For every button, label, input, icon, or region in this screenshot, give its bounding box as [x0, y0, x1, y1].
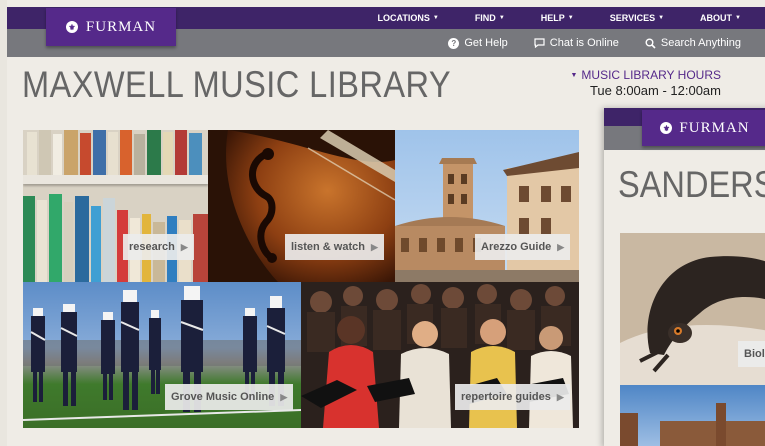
arrow-right-icon: ▶ — [280, 391, 288, 402]
caret-down-icon: ▼ — [567, 15, 574, 21]
research-label: research ▶ — [123, 234, 194, 260]
research-tile[interactable]: research ▶ — [23, 130, 208, 282]
book — [175, 130, 187, 175]
book — [39, 130, 51, 175]
nav-services[interactable]: SERVICES ▼ — [592, 13, 682, 23]
util-label: Chat is Online — [549, 37, 619, 49]
book — [49, 194, 62, 282]
repertoire-guides-tile[interactable]: repertoire guides ▶ — [301, 282, 579, 428]
arrow-right-icon: ▶ — [557, 241, 565, 252]
library-hours: ▼ MUSIC LIBRARY HOURS Tue 8:00am - 12:00a… — [570, 68, 721, 98]
hours-label: MUSIC LIBRARY HOURS — [581, 68, 721, 82]
furman-logo[interactable]: ⚜ FURMAN — [46, 8, 176, 46]
tile-label-text: repertoire guides — [461, 391, 551, 403]
book — [189, 133, 202, 175]
search-anything-link[interactable]: Search Anything — [645, 37, 741, 49]
tile-label-text: listen & watch — [291, 241, 365, 253]
biology-label: Biolo — [738, 341, 765, 367]
nav-locations[interactable]: LOCATIONS ▼ — [360, 13, 457, 23]
book — [23, 196, 35, 282]
book — [64, 202, 73, 282]
book — [27, 132, 37, 175]
utility-nav: ? Get Help Chat is Online Search Anything — [448, 29, 741, 57]
nav-label: ABOUT — [700, 13, 733, 23]
listen-watch-label: listen & watch ▶ — [285, 234, 384, 260]
caret-down-icon: ▼ — [498, 15, 505, 21]
sanders-page-preview[interactable]: ⚜ FURMAN SANDERS Biolo — [604, 108, 765, 446]
book — [75, 196, 89, 282]
arezzo-guide-label: Arezzo Guide ▶ — [475, 234, 571, 260]
arrow-right-icon: ▶ — [370, 241, 378, 252]
repertoire-guides-label: repertoire guides ▶ — [455, 384, 570, 410]
chat-link[interactable]: Chat is Online — [534, 37, 619, 49]
nav-find[interactable]: FIND ▼ — [457, 13, 523, 23]
book — [103, 198, 115, 282]
hours-value: Tue 8:00am - 12:00am — [589, 83, 721, 98]
shelf-board — [23, 175, 208, 184]
logo-text: FURMAN — [85, 18, 157, 35]
hours-toggle[interactable]: ▼ MUSIC LIBRARY HOURS — [570, 68, 721, 82]
book — [80, 133, 91, 175]
book — [53, 134, 62, 175]
caret-down-icon: ▼ — [658, 15, 665, 21]
tile-label-text: Arezzo Guide — [481, 241, 552, 253]
campus-tile[interactable] — [620, 385, 765, 446]
book — [163, 132, 173, 175]
arezzo-guide-tile[interactable]: Arezzo Guide ▶ — [395, 130, 579, 282]
tile-label-text: research — [129, 241, 175, 253]
book — [147, 130, 161, 175]
nav-label: FIND — [474, 13, 496, 23]
campus-image — [620, 403, 765, 446]
book — [64, 130, 78, 175]
page-title: MAXWELL MUSIC LIBRARY — [22, 64, 452, 105]
nav-label: HELP — [540, 13, 565, 23]
book — [108, 132, 118, 175]
tile-label-text: Grove Music Online — [171, 391, 275, 403]
grove-music-online-tile[interactable]: Grove Music Online ▶ — [23, 282, 301, 428]
book — [193, 214, 208, 282]
get-help-link[interactable]: ? Get Help — [448, 37, 508, 49]
tile-label-text: Biolo — [744, 348, 765, 360]
nav-label: LOCATIONS — [377, 13, 430, 23]
chat-icon — [534, 38, 545, 49]
caret-down-icon: ▼ — [735, 15, 741, 21]
book — [37, 200, 47, 282]
seal-icon: ⚜ — [65, 21, 78, 33]
book — [91, 206, 101, 282]
tile-grid: research ▶ listen & watch ▶ Arezzo Guide… — [23, 130, 579, 428]
caret-down-icon: ▼ — [432, 15, 439, 21]
nav-label: SERVICES — [609, 13, 656, 23]
arrow-right-icon: ▶ — [556, 391, 564, 402]
seal-icon: ⚜ — [660, 122, 673, 134]
furman-logo[interactable]: ⚜ FURMAN — [642, 110, 765, 146]
nav-help[interactable]: HELP ▼ — [523, 13, 592, 23]
search-icon — [645, 38, 656, 49]
biology-tile[interactable]: Biolo — [620, 233, 765, 385]
book — [93, 130, 106, 175]
book — [134, 134, 145, 175]
util-label: Get Help — [464, 37, 508, 49]
grove-music-label: Grove Music Online ▶ — [165, 384, 294, 410]
arrow-right-icon: ▶ — [180, 241, 188, 252]
listen-watch-tile[interactable]: listen & watch ▶ — [208, 130, 395, 282]
logo-text: FURMAN — [679, 119, 750, 136]
nav-about[interactable]: ABOUT ▼ — [682, 13, 759, 23]
help-icon: ? — [448, 37, 460, 49]
top-nav: LOCATIONS ▼ FIND ▼ HELP ▼ SERVICES ▼ ABOUT ▼ — [360, 7, 759, 29]
page-title: SANDERS — [618, 164, 765, 205]
book — [120, 130, 132, 175]
util-label: Search Anything — [660, 37, 741, 49]
caret-down-icon: ▼ — [570, 71, 578, 79]
